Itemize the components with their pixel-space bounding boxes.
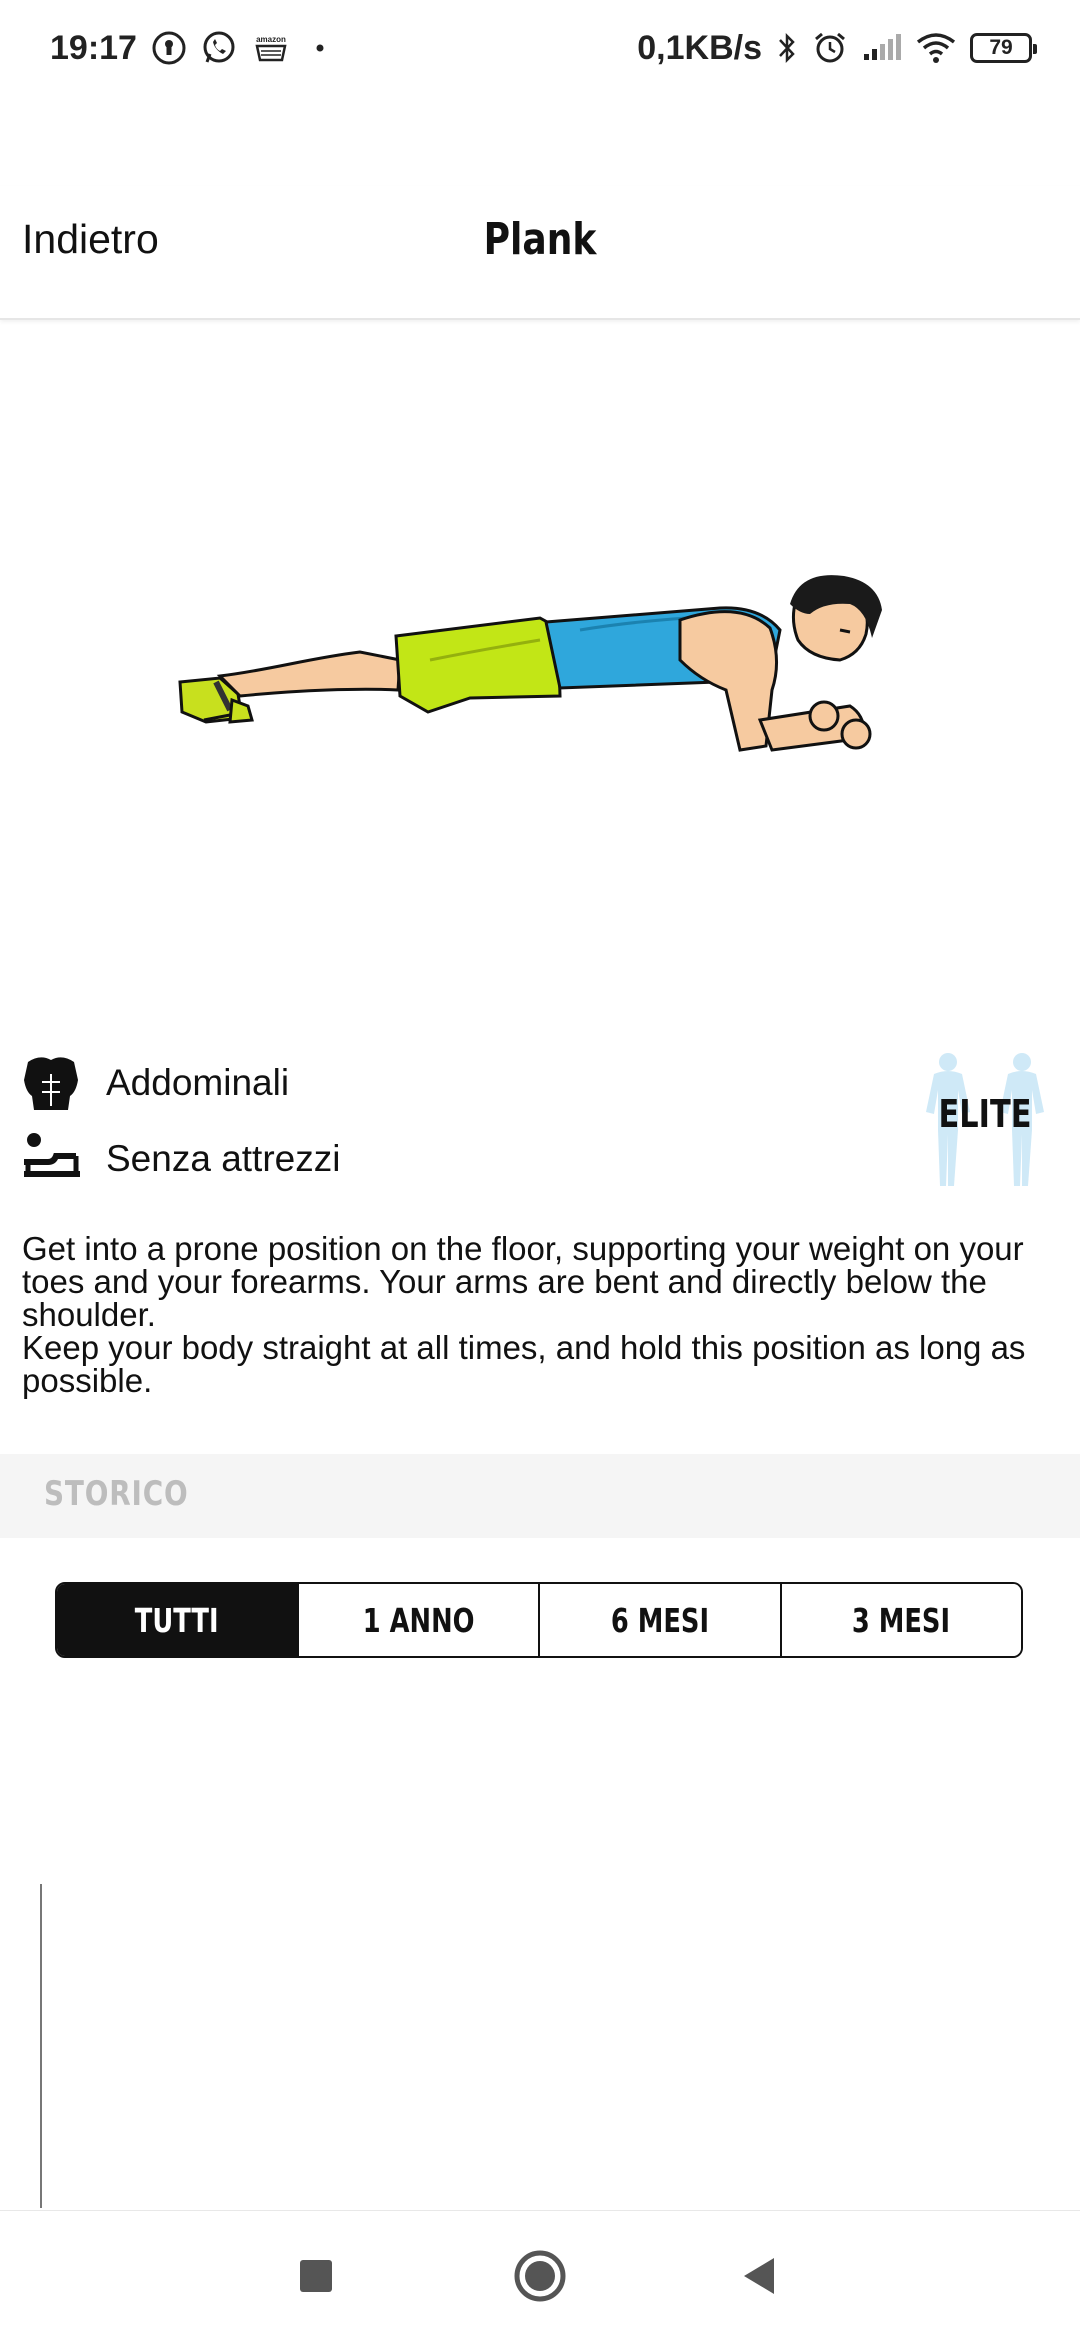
range-tab-1-year[interactable]: 1 ANNO <box>296 1584 538 1656</box>
time-range-selector: TUTTI 1 ANNO 6 MESI 3 MESI <box>55 1582 1023 1658</box>
notification-dot-icon <box>305 30 335 66</box>
range-tab-label: 1 ANNO <box>362 1600 475 1640</box>
level-label: ELITE <box>938 1092 1032 1136</box>
battery-level: 79 <box>989 36 1013 59</box>
status-bar-left: 19:17 amazon <box>50 29 335 68</box>
exercise-illustration <box>160 570 920 810</box>
equipment-label: Senza attrezzi <box>106 1138 341 1179</box>
home-icon[interactable] <box>510 2246 570 2306</box>
network-speed: 0,1KB/s <box>637 28 762 67</box>
status-bar: 19:17 amazon 0,1KB/s 79 <box>0 0 1080 96</box>
wifi-icon <box>916 30 956 66</box>
top-app-bar: Indietro Plank <box>0 186 1080 320</box>
history-chart <box>40 1884 1040 2208</box>
bluetooth-icon <box>776 30 798 66</box>
page-title: Plank <box>483 214 597 265</box>
back-icon[interactable] <box>730 2246 790 2306</box>
amazon-icon: amazon <box>251 30 291 66</box>
range-tab-label: 6 MESI <box>610 1600 709 1640</box>
history-section-header: STORICO <box>0 1454 1080 1538</box>
bodyweight-icon <box>20 1128 82 1190</box>
level-badge: ELITE <box>900 1050 1070 1190</box>
screen: 19:17 amazon 0,1KB/s 79 Indietro Plank A… <box>0 0 1080 2340</box>
range-tab-label: TUTTI <box>134 1600 219 1640</box>
svg-text:amazon: amazon <box>256 35 286 44</box>
status-time: 19:17 <box>50 28 137 67</box>
muscle-group-label: Addominali <box>106 1062 290 1103</box>
equipment-row: Senza attrezzi <box>20 1128 340 1190</box>
chart-y-axis <box>40 1884 42 2208</box>
muscle-group-row: Addominali <box>20 1052 289 1114</box>
range-tab-all[interactable]: TUTTI <box>57 1584 297 1656</box>
range-tab-6-months[interactable]: 6 MESI <box>538 1584 780 1656</box>
battery-icon: 79 <box>970 33 1037 63</box>
signal-icon <box>862 30 902 66</box>
system-navigation-bar <box>0 2210 1080 2340</box>
range-tab-3-months[interactable]: 3 MESI <box>779 1584 1021 1656</box>
torso-icon <box>20 1052 82 1114</box>
whatsapp-icon <box>201 30 237 66</box>
status-bar-right: 0,1KB/s 79 <box>637 28 1037 68</box>
range-tab-label: 3 MESI <box>852 1600 951 1640</box>
exercise-description: Get into a prone position on the floor, … <box>22 1230 1026 1399</box>
recent-apps-icon[interactable] <box>286 2246 346 2306</box>
keyhole-icon <box>151 30 187 66</box>
history-section-title: STORICO <box>44 1474 189 1514</box>
alarm-icon <box>812 30 848 66</box>
